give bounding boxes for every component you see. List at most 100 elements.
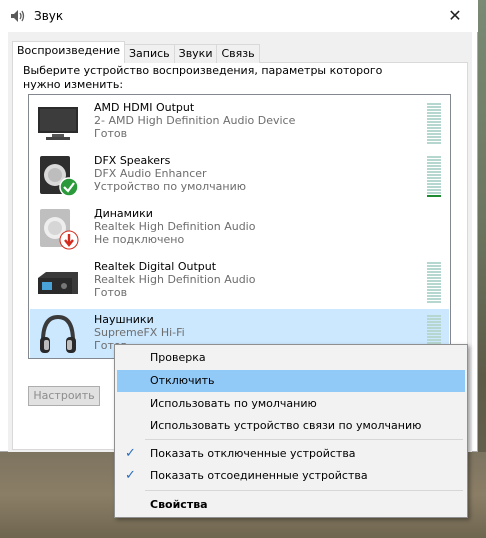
tab-sounds[interactable]: Звуки [173,44,218,63]
level-meter [427,103,441,145]
meter-segment [427,136,441,138]
meter-segment [427,330,441,332]
meter-segment [427,286,441,288]
speaker-disconnected-icon [40,209,79,250]
configure-button[interactable]: Настроить [28,386,100,406]
meter-segment [427,115,441,117]
meter-segment [427,333,441,335]
device-item-dfx-speakers[interactable]: DFX Speakers DFX Audio Enhancer Устройст… [30,150,449,203]
meter-segment [427,324,441,326]
tab-strip: Воспроизведение Запись Звуки Связь [12,41,260,63]
device-status: Готов [94,286,128,299]
menu-item-label: Использовать устройство связи по умолчан… [150,419,422,432]
device-item-realtek-digital[interactable]: Realtek Digital Output Realtek High Defi… [30,256,449,309]
meter-segment [427,159,441,161]
menu-item-test[interactable]: Проверка [117,347,465,369]
meter-segment [427,262,441,264]
close-button[interactable]: ✕ [432,0,478,30]
title-bar[interactable]: Звук ✕ [0,0,478,32]
speaker-icon [11,10,25,22]
tab-recording[interactable]: Запись [123,44,175,63]
instruction-text: Выберите устройство воспроизведения, пар… [23,64,383,91]
meter-segment [427,327,441,329]
menu-item-label: Отключить [150,374,215,387]
meter-segment [427,130,441,132]
device-description: SupremeFX Hi-Fi [94,326,185,339]
device-name: Наушники [94,313,154,326]
meter-segment [427,183,441,185]
device-item-speakers-realtek[interactable]: Динамики Realtek High Definition Audio Н… [30,203,449,256]
device-name: DFX Speakers [94,154,171,167]
meter-segment [427,318,441,320]
meter-segment [427,339,441,341]
meter-segment [427,118,441,120]
device-name: Realtek Digital Output [94,260,217,273]
menu-item-label: Проверка [150,351,206,364]
meter-segment [427,336,441,338]
menu-item-set-default-communication[interactable]: Использовать устройство связи по умолчан… [117,415,465,437]
meter-segment [427,283,441,285]
menu-item-properties[interactable]: Свойства [117,494,465,516]
meter-segment [427,277,441,279]
meter-segment [427,171,441,173]
meter-segment [427,292,441,294]
menu-item-show-disconnected[interactable]: ✓ Показать отсоединенные устройства [117,465,465,487]
menu-item-show-disabled[interactable]: ✓ Показать отключенные устройства [117,443,465,465]
checkmark-icon: ✓ [125,468,136,483]
tab-playback[interactable]: Воспроизведение [12,41,125,63]
digital-output-icon [38,272,78,294]
meter-segment [427,298,441,300]
meter-segment [427,165,441,167]
speaker-default-icon [40,156,79,197]
meter-segment [427,133,441,135]
tab-communications[interactable]: Связь [216,44,260,63]
level-meter [427,156,441,198]
meter-segment [427,280,441,282]
meter-segment [427,321,441,323]
meter-segment [427,271,441,273]
menu-item-set-default[interactable]: Использовать по умолчанию [117,393,465,415]
monitor-icon [38,107,78,140]
level-meter [427,262,441,304]
meter-segment [427,168,441,170]
meter-segment [427,274,441,276]
meter-segment [427,156,441,158]
device-status: Не подключено [94,233,185,246]
menu-item-disable[interactable]: Отключить [117,370,465,392]
meter-segment [427,301,441,303]
device-description: 2- AMD High Definition Audio Device [94,114,296,127]
menu-separator [145,490,463,491]
device-description: DFX Audio Enhancer [94,167,207,180]
meter-segment [427,192,441,194]
checkmark-icon: ✓ [125,446,136,461]
meter-segment [427,195,441,197]
device-description: Realtek High Definition Audio [94,220,256,233]
device-name: Динамики [94,207,153,220]
meter-segment [427,315,441,317]
meter-segment [427,109,441,111]
meter-segment [427,186,441,188]
device-status: Устройство по умолчанию [94,180,247,193]
menu-separator [145,439,463,440]
meter-segment [427,139,441,141]
window-title: Звук [34,9,64,23]
headphones-icon [40,314,76,353]
meter-segment [427,180,441,182]
device-description: Realtek High Definition Audio [94,273,256,286]
device-status: Готов [94,127,128,140]
meter-segment [427,289,441,291]
menu-item-label: Показать отключенные устройства [150,447,356,460]
meter-segment [427,268,441,270]
meter-segment [427,295,441,297]
device-list[interactable]: AMD HDMI Output 2- AMD High Definition A… [28,94,451,359]
context-menu: Проверка Отключить Использовать по умолч… [114,344,468,518]
close-icon: ✕ [448,5,462,25]
meter-segment [427,124,441,126]
meter-segment [427,162,441,164]
meter-segment [427,106,441,108]
device-item-amd-hdmi[interactable]: AMD HDMI Output 2- AMD High Definition A… [30,97,449,150]
menu-item-label: Показать отсоединенные устройства [150,469,368,482]
device-name: AMD HDMI Output [94,101,195,114]
meter-segment [427,103,441,105]
meter-segment [427,121,441,123]
